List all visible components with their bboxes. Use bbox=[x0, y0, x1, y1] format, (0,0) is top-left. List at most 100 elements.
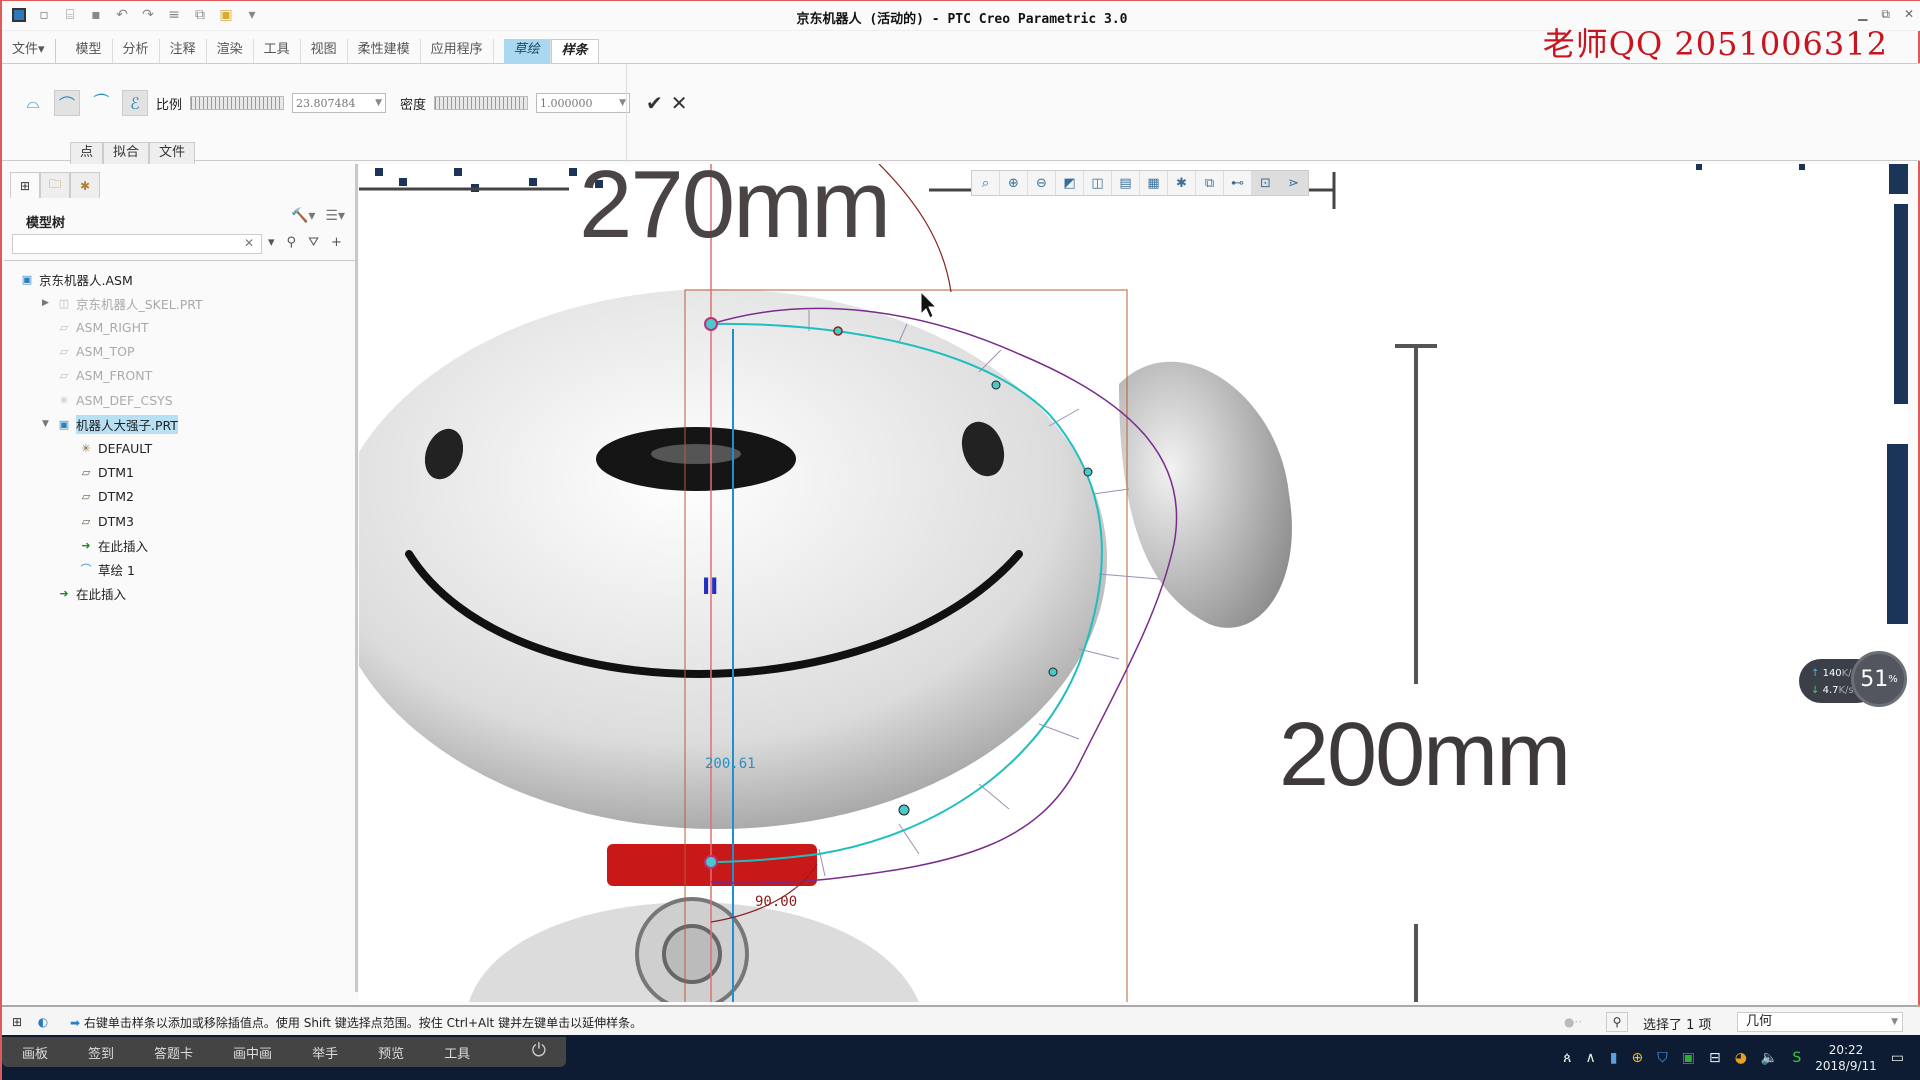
control-polygon-icon[interactable]: ⏜ bbox=[88, 90, 114, 116]
ribbon-tab[interactable]: 视图 bbox=[301, 39, 348, 63]
tree-item[interactable]: ➜ 在此插入 bbox=[42, 583, 126, 605]
model-tree-icon[interactable]: ⊞ bbox=[10, 172, 40, 198]
tree-item[interactable]: ⌒ 草绘 1 bbox=[64, 558, 135, 580]
ribbon-tab[interactable]: 样条 bbox=[550, 39, 599, 63]
tree-item[interactable]: ➜ 在此插入 bbox=[64, 534, 148, 556]
ribbon-tab[interactable]: 注释 bbox=[160, 39, 207, 63]
classroom-tool-3[interactable]: 画中画 bbox=[213, 1043, 292, 1062]
find-icon[interactable]: ⚲ bbox=[287, 235, 297, 250]
display-style-icon[interactable]: ◫ bbox=[1084, 171, 1112, 195]
classroom-tool-1[interactable]: 签到 bbox=[68, 1043, 134, 1062]
app-tray-icon[interactable]: ▣ bbox=[1682, 1050, 1695, 1066]
tree-search-input[interactable] bbox=[12, 234, 262, 254]
datum-display-icon[interactable]: ✱ bbox=[1168, 171, 1196, 195]
ribbon-tab[interactable]: 分析 bbox=[113, 39, 160, 63]
sketch-canvas[interactable]: II bbox=[359, 164, 1908, 1002]
ribbon-tab[interactable]: 文件▾ bbox=[2, 39, 56, 63]
ribbon-tab[interactable]: 柔性建模 bbox=[348, 39, 421, 63]
classroom-tool-2[interactable]: 答题卡 bbox=[134, 1043, 213, 1062]
network-icon[interactable]: ⊟ bbox=[1709, 1050, 1721, 1066]
ribbon-tab[interactable]: 模型 bbox=[66, 39, 113, 63]
repaint-icon[interactable]: ◩ bbox=[1056, 171, 1084, 195]
classroom-tool-0[interactable]: 画板 bbox=[2, 1043, 68, 1062]
sketch-view-icon[interactable]: ⊡ bbox=[1252, 171, 1280, 195]
add-column-icon[interactable]: + bbox=[331, 235, 342, 250]
spline-point[interactable] bbox=[704, 317, 718, 331]
spin-center-icon[interactable]: ⧉ bbox=[1196, 171, 1224, 195]
favorites-icon[interactable]: ✱ bbox=[70, 172, 100, 198]
notifications-icon[interactable]: ▭ bbox=[1891, 1050, 1904, 1066]
selection-filter[interactable]: 几何 ▼ bbox=[1737, 1012, 1903, 1032]
power-icon[interactable]: ⏻ bbox=[532, 1040, 546, 1061]
filter-icon[interactable]: ⛛ bbox=[308, 235, 319, 250]
tree-item[interactable]: ▼ ▣ 机器人大强子.PRT bbox=[42, 413, 178, 435]
tree-item[interactable]: ▱ DTM3 bbox=[64, 510, 134, 532]
tray-expand-icon[interactable]: ∧ bbox=[1586, 1050, 1596, 1066]
constraints-display-icon[interactable]: ⋗ bbox=[1280, 171, 1308, 195]
shield-icon[interactable]: ⛉ bbox=[1657, 1050, 1668, 1066]
curvature-analysis-icon[interactable]: ℰ bbox=[122, 90, 148, 116]
find-icon[interactable]: ⚲ bbox=[1606, 1012, 1628, 1032]
tree-item[interactable]: ▱ ASM_FRONT bbox=[42, 365, 152, 387]
chevron-right-icon[interactable]: ▶ bbox=[42, 298, 52, 308]
spline-point[interactable] bbox=[991, 380, 1001, 390]
scale-combo[interactable]: 23.807484 ▼ bbox=[292, 93, 387, 113]
show-browser-icon[interactable]: ◐ bbox=[32, 1012, 54, 1032]
zoom-out-icon[interactable]: ⊖ bbox=[1028, 171, 1056, 195]
subtab-file[interactable]: 文件 bbox=[149, 142, 196, 164]
search-options-icon[interactable]: ▾ bbox=[268, 235, 275, 250]
dimension-vertical[interactable]: 200.61 bbox=[705, 756, 756, 772]
spline-point[interactable] bbox=[704, 855, 718, 869]
clock[interactable]: 20:22 2018/9/11 bbox=[1815, 1042, 1877, 1074]
volume-icon[interactable]: 🔈 bbox=[1761, 1050, 1778, 1066]
zoom-in-icon[interactable]: ⊕ bbox=[1000, 171, 1028, 195]
chevron-down-icon[interactable]: ▼ bbox=[375, 98, 382, 108]
sketch-display-icon[interactable]: ⊷ bbox=[1224, 171, 1252, 195]
show-icon[interactable]: ☰▾ bbox=[325, 208, 345, 224]
tree-item[interactable]: ▶ ◫ 京东机器人_SKEL.PRT bbox=[42, 292, 203, 314]
tree-item[interactable]: ▱ DTM2 bbox=[64, 486, 134, 508]
refit-icon[interactable]: ⌕ bbox=[972, 171, 1000, 195]
tree-item[interactable]: ✳ ASM_DEF_CSYS bbox=[42, 389, 172, 411]
density-combo[interactable]: 1.000000 ▼ bbox=[536, 93, 631, 113]
tree-item[interactable]: ▱ ASM_TOP bbox=[42, 341, 135, 363]
curvature-icon[interactable]: ⌒ bbox=[54, 90, 80, 116]
clear-search-icon[interactable]: ✕ bbox=[244, 236, 254, 250]
saved-orientations-icon[interactable]: ▤ bbox=[1112, 171, 1140, 195]
chevron-down-icon[interactable]: ▼ bbox=[1891, 1013, 1898, 1031]
show-navigator-icon[interactable]: ⊞ bbox=[6, 1012, 28, 1032]
settings-icon[interactable]: 🔨▾ bbox=[291, 208, 315, 224]
tree-item[interactable]: ✳ DEFAULT bbox=[64, 437, 152, 459]
cancel-button[interactable]: ✕ bbox=[671, 91, 688, 115]
spline-point[interactable] bbox=[833, 326, 843, 336]
classroom-tool-5[interactable]: 预览 bbox=[358, 1043, 424, 1062]
graphics-area[interactable]: II 270mm 200mm 200.61 90.00 ⌕ ⊕ ⊖ ◩ ◫ ▤ … bbox=[359, 164, 1908, 1002]
ribbon-tab[interactable]: 工具 bbox=[254, 39, 301, 63]
usb-icon[interactable]: ▮ bbox=[1610, 1050, 1618, 1066]
scale-slider[interactable] bbox=[190, 96, 285, 110]
folder-browser-icon[interactable]: 🗀 bbox=[40, 172, 70, 198]
spline-point[interactable] bbox=[1083, 467, 1093, 477]
tree-item[interactable]: ▱ ASM_RIGHT bbox=[42, 316, 149, 338]
tree-item[interactable]: ▱ DTM1 bbox=[64, 462, 134, 484]
view-manager-icon[interactable]: ▦ bbox=[1140, 171, 1168, 195]
spline-point[interactable] bbox=[898, 804, 910, 816]
ribbon-tab[interactable]: 应用程序 bbox=[421, 39, 494, 63]
spline-point[interactable] bbox=[1048, 667, 1058, 677]
close-icon[interactable]: ✕ bbox=[1904, 7, 1914, 22]
security-icon[interactable]: ⊕ bbox=[1631, 1050, 1643, 1066]
qq-icon[interactable]: ◕ bbox=[1735, 1050, 1747, 1066]
sogou-icon[interactable]: S bbox=[1792, 1050, 1801, 1066]
classroom-tool-6[interactable]: 工具 bbox=[424, 1043, 490, 1062]
ribbon-tab[interactable]: 渲染 bbox=[207, 39, 254, 63]
classroom-tool-4[interactable]: 举手 bbox=[292, 1043, 358, 1062]
chevron-down-icon[interactable]: ▼ bbox=[619, 98, 626, 108]
dimension-angle[interactable]: 90.00 bbox=[755, 894, 797, 910]
density-slider[interactable] bbox=[434, 96, 529, 110]
spline-dimension-icon[interactable]: ⌓ bbox=[20, 90, 46, 116]
subtab-fit[interactable]: 拟合 bbox=[103, 142, 150, 164]
ribbon-tab[interactable]: 草绘 bbox=[503, 39, 551, 63]
memory-gauge[interactable]: 51% bbox=[1851, 651, 1907, 707]
ok-button[interactable]: ✔ bbox=[646, 91, 663, 115]
subtab-points[interactable]: 点 bbox=[70, 142, 104, 164]
